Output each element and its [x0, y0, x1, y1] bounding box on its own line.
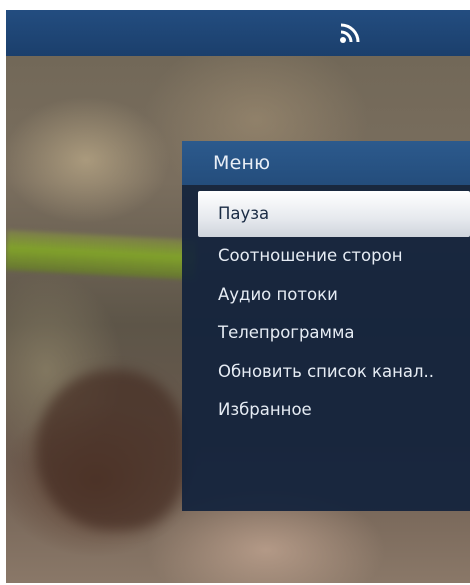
menu-item-audio-streams[interactable]: Аудио потоки	[198, 276, 470, 315]
rss-broadcast-icon	[340, 23, 360, 43]
video-background-detail	[6, 230, 197, 280]
menu-item-tv-guide[interactable]: Телепрограмма	[198, 314, 470, 353]
menu-item-update-channel-list[interactable]: Обновить список канал..	[198, 353, 470, 392]
menu-title: Меню	[213, 152, 271, 174]
video-screen: Меню Пауза Соотношение сторон Аудио пото…	[6, 10, 470, 583]
menu-header: Меню	[182, 141, 470, 185]
menu-item-favorites[interactable]: Избранное	[198, 391, 470, 430]
context-menu: Меню Пауза Соотношение сторон Аудио пото…	[182, 141, 470, 511]
menu-item-aspect-ratio[interactable]: Соотношение сторон	[198, 237, 470, 276]
menu-item-pause[interactable]: Пауза	[198, 191, 470, 237]
top-status-bar	[6, 10, 470, 56]
menu-list: Пауза Соотношение сторон Аудио потоки Те…	[198, 191, 470, 430]
video-background-detail	[36, 370, 186, 530]
